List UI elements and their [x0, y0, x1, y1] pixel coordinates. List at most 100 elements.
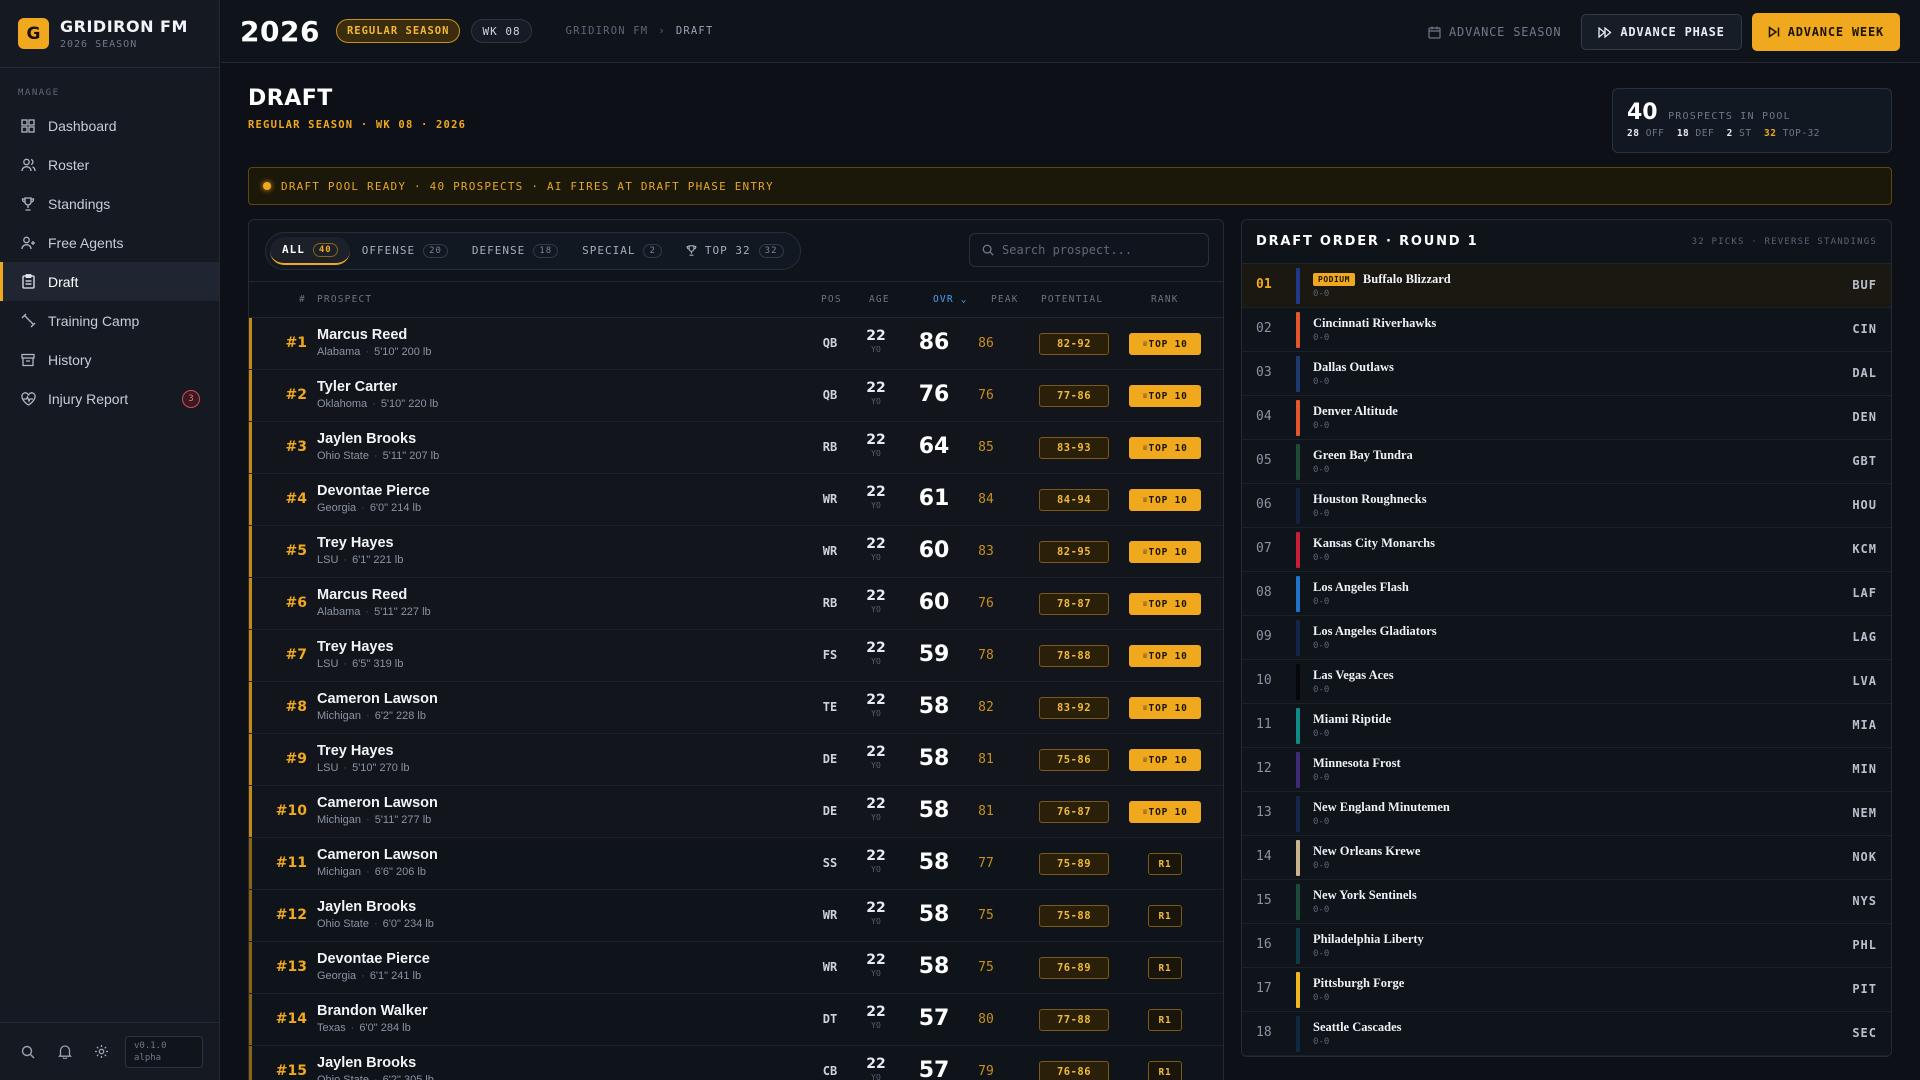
prospect-name[interactable]: Trey Hayes: [317, 535, 394, 551]
col-rank[interactable]: RANK: [1151, 294, 1179, 305]
prospect-name[interactable]: Cameron Lawson: [317, 847, 438, 863]
search-button[interactable]: [14, 1038, 41, 1065]
col-potential[interactable]: POTENTIAL: [1041, 294, 1103, 305]
team-color-bar: [1296, 488, 1300, 524]
podium-badge: PODIUM: [1313, 273, 1355, 286]
table-row[interactable]: #12 Jaylen Brooks Ohio State · 6'0" 234 lb WR…: [249, 890, 1223, 942]
table-row[interactable]: #6 Marcus Reed Alabama · 5'11" 227 lb RB 22 YO 6…: [249, 578, 1223, 630]
prospect-name[interactable]: Tyler Carter: [317, 379, 397, 395]
draft-pick-row[interactable]: 09 Los Angeles Gladiators 0-0 LAG: [1242, 616, 1891, 660]
prospect-name[interactable]: Jaylen Brooks: [317, 431, 416, 447]
prospect-name[interactable]: Cameron Lawson: [317, 795, 438, 811]
col-pos[interactable]: POS: [821, 294, 842, 305]
team-name: Seattle Cascades: [1313, 1020, 1402, 1035]
advance-week-button[interactable]: ADVANCE WEEK: [1751, 13, 1900, 51]
table-row[interactable]: #15 Jaylen Brooks Ohio State · 6'2" 305 lb CB…: [249, 1046, 1223, 1080]
advance-season-button[interactable]: ADVANCE SEASON: [1418, 14, 1571, 50]
table-row[interactable]: #1 Marcus Reed Alabama · 5'10" 200 lb QB 22 YO 8…: [249, 318, 1223, 370]
prospect-name[interactable]: Devontae Pierce: [317, 483, 430, 499]
draft-pick-row[interactable]: 18 Seattle Cascades 0-0 SEC: [1242, 1012, 1891, 1056]
tab-all[interactable]: ALL 40: [270, 236, 350, 265]
team-color-bar: [1296, 664, 1300, 700]
prospect-name[interactable]: Jaylen Brooks: [317, 1055, 416, 1071]
table-row[interactable]: #10 Cameron Lawson Michigan · 5'11" 277 lb DE…: [249, 786, 1223, 838]
table-row[interactable]: #8 Cameron Lawson Michigan · 6'2" 228 lb TE 22…: [249, 682, 1223, 734]
prospect-name[interactable]: Cameron Lawson: [317, 691, 438, 707]
draft-pick-row[interactable]: 11 Miami Riptide 0-0 MIA: [1242, 704, 1891, 748]
prospect-rank: #13: [275, 959, 307, 975]
sidebar-item-dashboard[interactable]: Dashboard: [0, 106, 219, 145]
table-row[interactable]: #3 Jaylen Brooks Ohio State · 5'11" 207 lb RB…: [249, 422, 1223, 474]
settings-button[interactable]: [88, 1038, 115, 1065]
table-row[interactable]: #2 Tyler Carter Oklahoma · 5'10" 220 lb QB 22 Y…: [249, 370, 1223, 422]
draft-pick-row[interactable]: 10 Las Vegas Aces 0-0 LVA: [1242, 660, 1891, 704]
tab-defense[interactable]: DEFENSE 18: [460, 237, 570, 265]
prospect-name[interactable]: Trey Hayes: [317, 743, 394, 759]
advance-phase-button[interactable]: ADVANCE PHASE: [1581, 14, 1742, 50]
sidebar-item-label: Training Camp: [48, 312, 140, 329]
draft-pick-row[interactable]: 14 New Orleans Krewe 0-0 NOK: [1242, 836, 1891, 880]
rank-tag-label: R1: [1158, 962, 1172, 974]
rank-tag-label: TOP 10: [1148, 806, 1188, 818]
prospect-name[interactable]: Trey Hayes: [317, 639, 394, 655]
sidebar-item-history[interactable]: History: [0, 340, 219, 379]
tab-top-32[interactable]: TOP 32 32: [674, 237, 796, 265]
draft-pick-row[interactable]: 16 Philadelphia Liberty 0-0 PHL: [1242, 924, 1891, 968]
draft-pick-row[interactable]: 13 New England Minutemen 0-0 NEM: [1242, 792, 1891, 836]
draft-pick-row[interactable]: 04 Denver Altitude 0-0 DEN: [1242, 396, 1891, 440]
prospect-name[interactable]: Marcus Reed: [317, 327, 407, 343]
search-input[interactable]: [1002, 243, 1192, 257]
draft-pick-row[interactable]: 05 Green Bay Tundra 0-0 GBT: [1242, 440, 1891, 484]
prospect-details: Michigan · 6'2" 228 lb: [317, 710, 426, 722]
table-row[interactable]: #7 Trey Hayes LSU · 6'5" 319 lb FS 22 YO 59 78 78-…: [249, 630, 1223, 682]
draft-pick-row[interactable]: 01 PODIUM Buffalo Blizzard 0-0 BUF: [1242, 264, 1891, 308]
prospect-name[interactable]: Brandon Walker: [317, 1003, 428, 1019]
col-peak[interactable]: PEAK: [991, 294, 1019, 305]
col-ovr[interactable]: OVR ⌄: [933, 294, 968, 305]
draft-pick-row[interactable]: 12 Minnesota Frost 0-0 MIN: [1242, 748, 1891, 792]
rank-tag-label: R1: [1158, 1066, 1172, 1078]
tab-offense[interactable]: OFFENSE 20: [350, 237, 460, 265]
col-age[interactable]: AGE: [869, 294, 890, 305]
sidebar-item-free-agents[interactable]: Free Agents: [0, 223, 219, 262]
sidebar-item-roster[interactable]: Roster: [0, 145, 219, 184]
table-row[interactable]: #11 Cameron Lawson Michigan · 6'6" 206 lb SS 2…: [249, 838, 1223, 890]
team-name: Kansas City Monarchs: [1313, 536, 1435, 551]
brand[interactable]: G GRIDIRON FM 2026 SEASON: [0, 0, 219, 68]
team-name-label: Las Vegas Aces: [1313, 668, 1394, 682]
col-prospect[interactable]: PROSPECT: [317, 294, 372, 305]
prospect-position: TE: [822, 700, 838, 714]
prospect-name[interactable]: Devontae Pierce: [317, 951, 430, 967]
table-row[interactable]: #9 Trey Hayes LSU · 5'10" 270 lb DE 22 YO 58 81 75…: [249, 734, 1223, 786]
tab-special[interactable]: SPECIAL 2: [570, 237, 674, 265]
team-record: 0-0: [1313, 861, 1330, 871]
team-name: New England Minutemen: [1313, 800, 1450, 815]
draft-pick-row[interactable]: 17 Pittsburgh Forge 0-0 PIT: [1242, 968, 1891, 1012]
prospect-peak: 83: [978, 544, 994, 559]
table-row[interactable]: #4 Devontae Pierce Georgia · 6'0" 214 lb WR 22…: [249, 474, 1223, 526]
table-row[interactable]: #5 Trey Hayes LSU · 6'1" 221 lb WR 22 YO 60 83 82-…: [249, 526, 1223, 578]
separator: ·: [366, 814, 370, 826]
notifications-button[interactable]: [51, 1038, 78, 1065]
breadcrumb: GRIDIRON FM › DRAFT: [566, 25, 714, 37]
sidebar-item-injury-report[interactable]: Injury Report 3: [0, 379, 219, 418]
sidebar-item-standings[interactable]: Standings: [0, 184, 219, 223]
sidebar-item-draft[interactable]: Draft: [0, 262, 219, 301]
sidebar-item-training-camp[interactable]: Training Camp: [0, 301, 219, 340]
team-abbr: MIA: [1852, 718, 1877, 732]
draft-pick-row[interactable]: 03 Dallas Outlaws 0-0 DAL: [1242, 352, 1891, 396]
table-row[interactable]: #14 Brandon Walker Texas · 6'0" 284 lb DT 22 YO…: [249, 994, 1223, 1046]
draft-pick-row[interactable]: 08 Los Angeles Flash 0-0 LAF: [1242, 572, 1891, 616]
prospect-age: 22 YO: [861, 848, 891, 874]
draft-pick-row[interactable]: 02 Cincinnati Riverhawks 0-0 CIN: [1242, 308, 1891, 352]
breadcrumb-current: DRAFT: [675, 25, 714, 37]
prospect-name[interactable]: Jaylen Brooks: [317, 899, 416, 915]
draft-pick-row[interactable]: 07 Kansas City Monarchs 0-0 KCM: [1242, 528, 1891, 572]
breadcrumb-root[interactable]: GRIDIRON FM: [566, 25, 649, 37]
rank-tag: ♕ TOP 10: [1129, 333, 1201, 355]
rank-tag: ♕ TOP 10: [1129, 593, 1201, 615]
draft-pick-row[interactable]: 15 New York Sentinels 0-0 NYS: [1242, 880, 1891, 924]
draft-pick-row[interactable]: 06 Houston Roughnecks 0-0 HOU: [1242, 484, 1891, 528]
table-row[interactable]: #13 Devontae Pierce Georgia · 6'1" 241 lb WR 2…: [249, 942, 1223, 994]
prospect-name[interactable]: Marcus Reed: [317, 587, 407, 603]
